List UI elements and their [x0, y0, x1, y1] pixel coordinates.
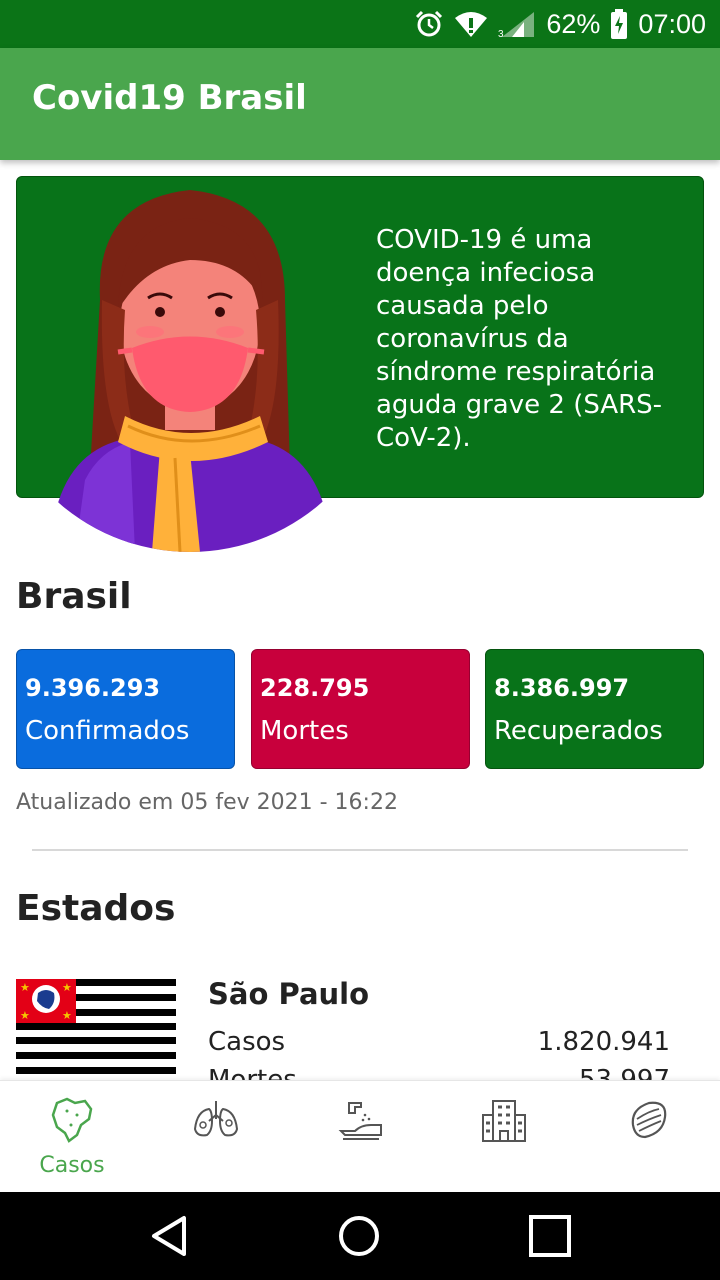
recovered-label: Recuperados: [494, 716, 663, 746]
home-icon[interactable]: [335, 1212, 383, 1260]
bottom-navigation: Casos: [0, 1080, 720, 1192]
status-bar: 3 62% 07:00: [0, 0, 720, 48]
nav-label-casos: Casos: [39, 1153, 105, 1178]
lungs-icon: [193, 1101, 239, 1137]
nav-item-hospitals[interactable]: [432, 1081, 576, 1193]
svg-text:★: ★: [20, 981, 30, 994]
back-icon[interactable]: [146, 1212, 194, 1260]
battery-percent: 62%: [546, 8, 601, 39]
estados-section-title: Estados: [16, 888, 176, 929]
state-cases-label: Casos: [208, 1027, 286, 1057]
nav-item-prevention[interactable]: [288, 1081, 432, 1193]
svg-text:★: ★: [20, 1009, 30, 1022]
deaths-label: Mortes: [260, 716, 349, 746]
system-navigation-bar: [0, 1192, 720, 1280]
nav-item-masks[interactable]: [576, 1081, 720, 1193]
hand-washing-icon: [338, 1102, 382, 1140]
brazil-map-icon: [51, 1097, 93, 1143]
battery-charging-icon: [610, 9, 628, 39]
app-bar: Covid19 Brasil: [0, 48, 720, 160]
app-title: Covid19 Brasil: [32, 78, 307, 118]
signal-icon: 3: [498, 10, 536, 38]
clock: 07:00: [638, 8, 706, 39]
confirmed-label: Confirmados: [25, 716, 190, 746]
sao-paulo-flag[interactable]: ★ ★ ★ ★: [16, 979, 176, 1089]
covid-description: COVID-19 é uma doença infeciosa causada …: [376, 225, 663, 453]
nav-item-casos[interactable]: Casos: [0, 1081, 144, 1193]
last-updated: Atualizado em 05 fev 2021 - 16:22: [16, 790, 398, 815]
deaths-value: 228.795: [260, 674, 370, 702]
hospital-icon: [482, 1100, 526, 1142]
svg-text:3: 3: [498, 29, 504, 38]
confirmed-card: 9.396.293 Confirmados: [16, 649, 235, 769]
recents-icon[interactable]: [526, 1212, 574, 1260]
state-cases-row: Casos 1.820.941: [208, 1027, 670, 1057]
wifi-icon: [454, 10, 488, 38]
state-cases-value: 1.820.941: [537, 1027, 670, 1057]
confirmed-value: 9.396.293: [25, 674, 161, 702]
alarm-icon: [414, 9, 444, 39]
svg-text:★: ★: [62, 981, 72, 994]
state-name: São Paulo: [208, 977, 370, 1011]
woman-with-mask-illustration: [40, 180, 340, 552]
face-mask-icon: [631, 1101, 667, 1139]
recovered-card: 8.386.997 Recuperados: [485, 649, 704, 769]
deaths-card: 228.795 Mortes: [251, 649, 470, 769]
brasil-section-title: Brasil: [16, 576, 132, 617]
divider: [32, 849, 688, 851]
nav-item-symptoms[interactable]: [144, 1081, 288, 1193]
recovered-value: 8.386.997: [494, 674, 630, 702]
svg-text:★: ★: [62, 1009, 72, 1022]
